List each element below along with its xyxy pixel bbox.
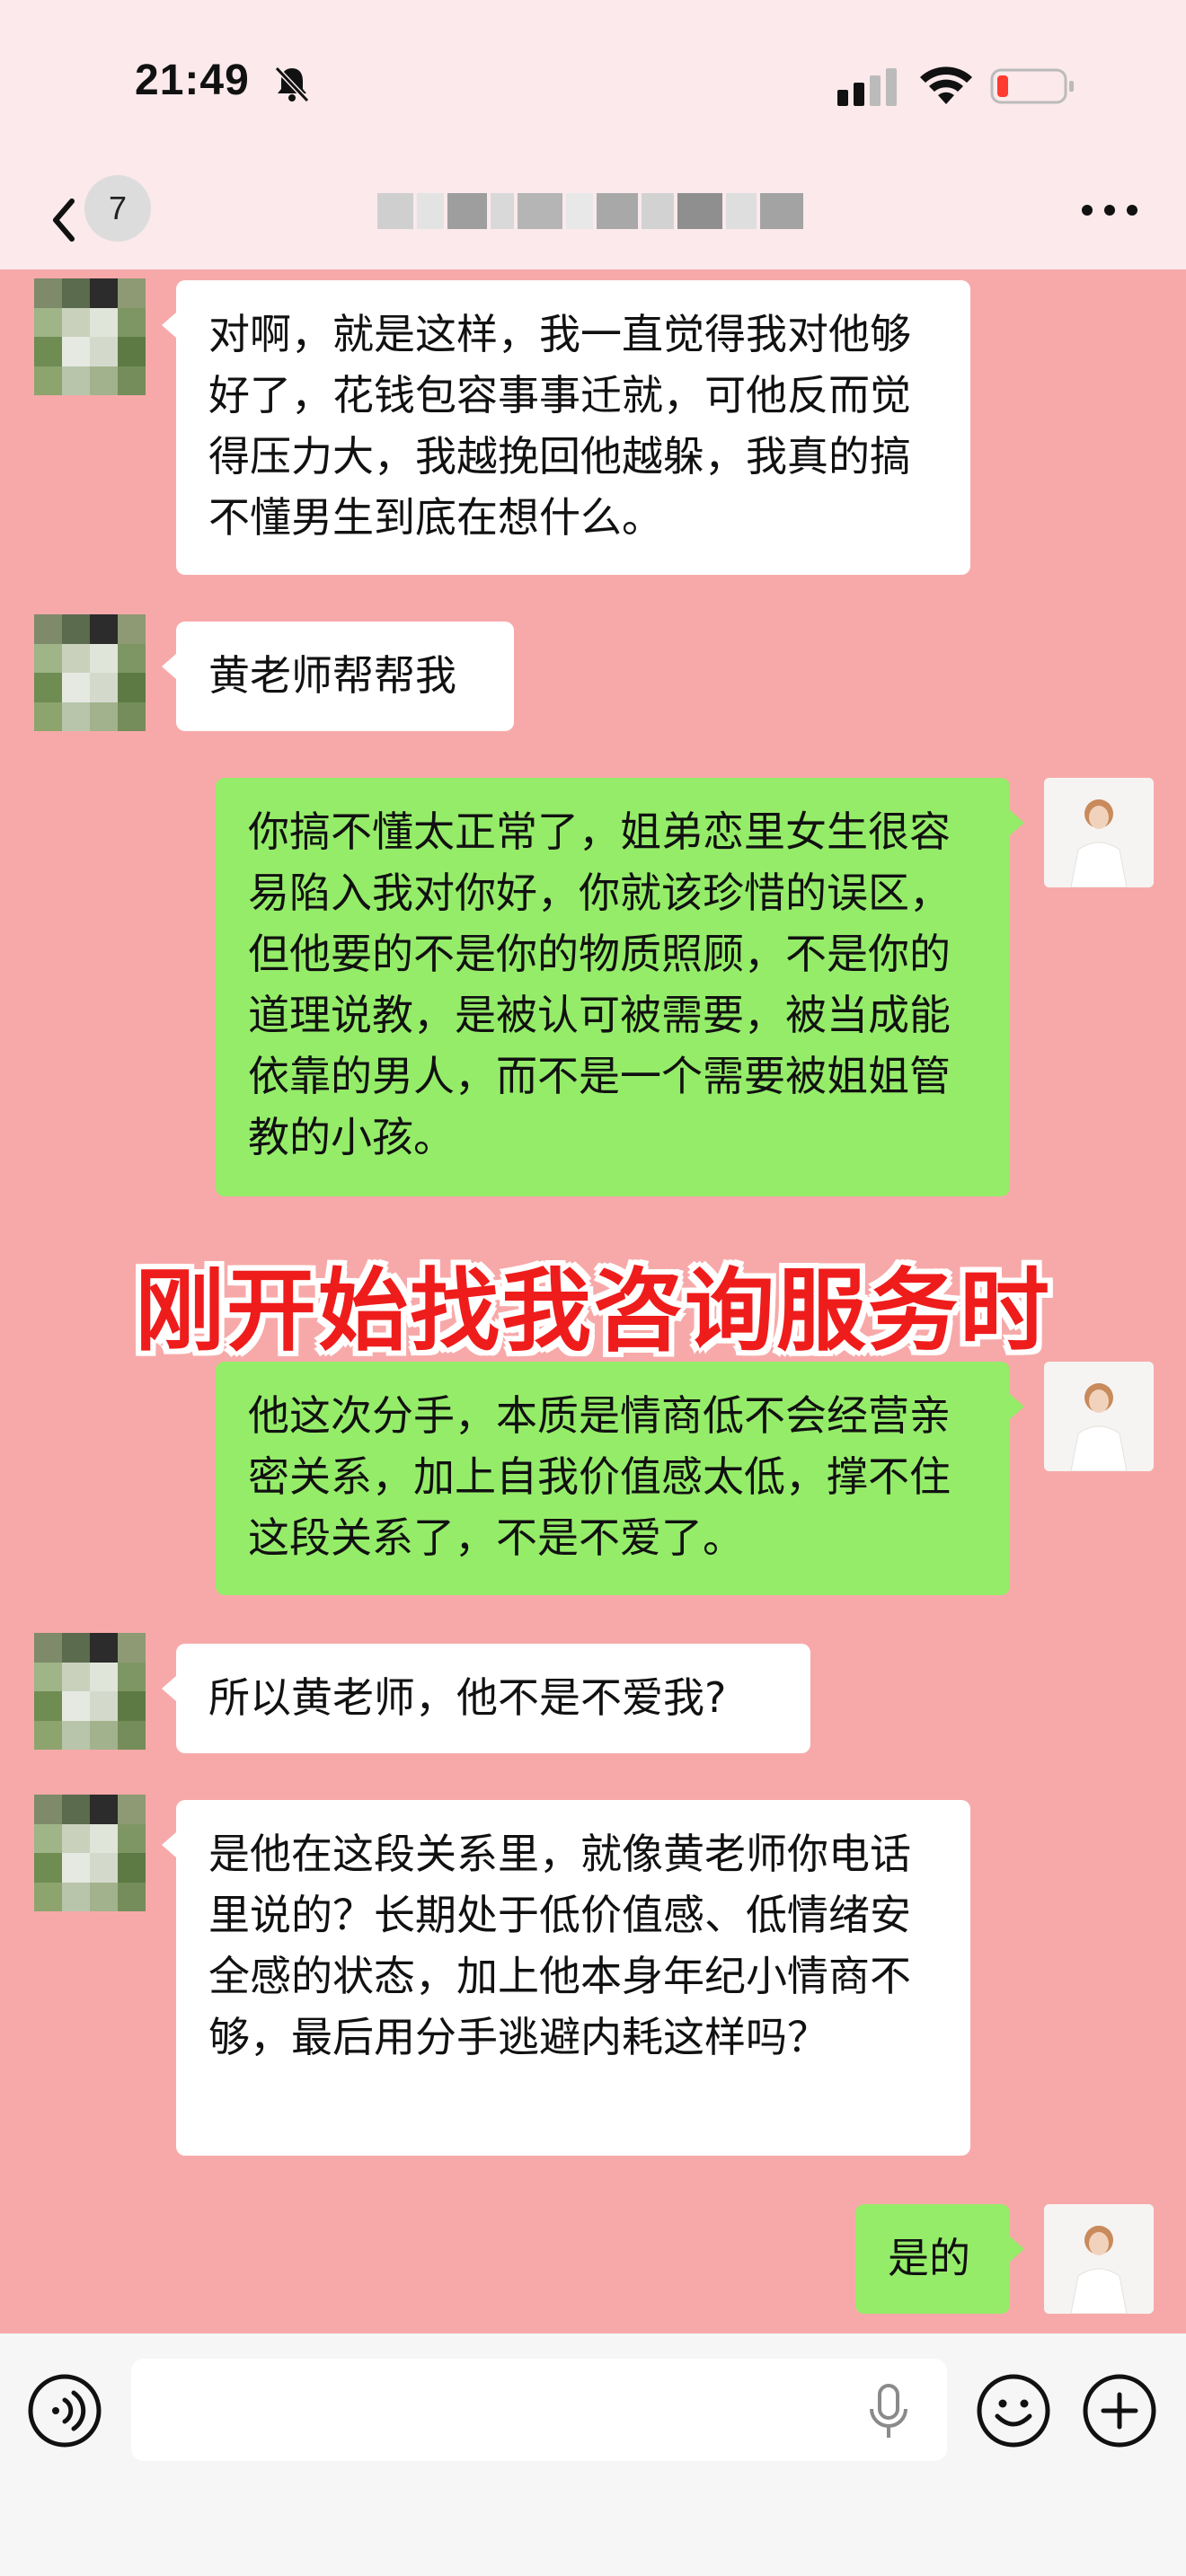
status-time: 21:49 — [135, 57, 250, 104]
message-text: 对啊，就是这样，我一直觉得我对他够好了，花钱包容事事迁就，可他反而觉得压力大，我… — [208, 310, 911, 542]
contact-avatar[interactable] — [34, 1633, 146, 1750]
battery-low-icon — [990, 68, 1074, 104]
plus-icon[interactable] — [1082, 2373, 1157, 2448]
woman-portrait-icon — [1044, 778, 1154, 887]
message-bubble-incoming[interactable]: 所以黄老师，他不是不爱我? — [162, 1644, 810, 1753]
message-bubble-outgoing[interactable]: 他这次分手，本质是情商低不会经营亲密关系，加上自我价值感太低，撑不住这段关系了，… — [216, 1362, 1024, 1595]
bell-off-icon — [274, 66, 310, 103]
message-text: 所以黄老师，他不是不爱我? — [208, 1673, 727, 1722]
message-text: 他这次分手，本质是情商低不会经营亲密关系，加上自我价值感太低，撑不住这段关系了，… — [248, 1391, 951, 1562]
message-text: 是他在这段关系里，就像黄老师你电话里说的？长期处于低价值感、低情绪安全感的状态，… — [208, 1830, 911, 2061]
message-bubble-incoming[interactable]: 对啊，就是这样，我一直觉得我对他够好了，花钱包容事事迁就，可他反而觉得压力大，我… — [162, 280, 970, 575]
message-bubble-incoming[interactable]: 是他在这段关系里，就像黄老师你电话里说的？长期处于低价值感、低情绪安全感的状态，… — [162, 1800, 970, 2156]
message-input[interactable] — [131, 2359, 947, 2461]
message-bubble-incoming[interactable]: 黄老师帮帮我 — [162, 622, 514, 731]
user-avatar[interactable] — [1044, 1362, 1154, 1471]
user-avatar[interactable] — [1044, 778, 1154, 887]
message-text: 是的 — [888, 2234, 970, 2282]
woman-portrait-icon — [1044, 1362, 1154, 1471]
chat-title-blurred — [377, 190, 809, 232]
voice-icon[interactable] — [27, 2373, 102, 2448]
status-bar: 21:49 — [0, 0, 1186, 171]
message-bubble-outgoing[interactable]: 你搞不懂太正常了，姐弟恋里女生很容易陷入我对你好，你就该珍惜的误区，但他要的不是… — [216, 778, 1024, 1196]
contact-avatar[interactable] — [34, 278, 146, 395]
contact-avatar[interactable] — [34, 1795, 146, 1911]
unread-count-badge[interactable]: 7 — [84, 175, 151, 242]
contact-avatar[interactable] — [34, 614, 146, 731]
woman-portrait-icon — [1044, 2204, 1154, 2314]
signal-icon — [837, 68, 897, 106]
emoji-icon[interactable] — [976, 2373, 1051, 2448]
message-text: 你搞不懂太正常了，姐弟恋里女生很容易陷入我对你好，你就该珍惜的误区，但他要的不是… — [248, 807, 951, 1161]
overlay-caption: 刚开始找我咨询服务时 — [135, 1258, 1051, 1363]
wifi-icon — [920, 66, 972, 104]
microphone-icon[interactable] — [866, 2382, 911, 2441]
message-bubble-outgoing[interactable]: 是的 — [855, 2204, 1024, 2314]
more-horizontal-icon[interactable] — [1078, 199, 1141, 221]
user-avatar[interactable] — [1044, 2204, 1154, 2314]
message-text: 黄老师帮帮我 — [208, 651, 456, 700]
